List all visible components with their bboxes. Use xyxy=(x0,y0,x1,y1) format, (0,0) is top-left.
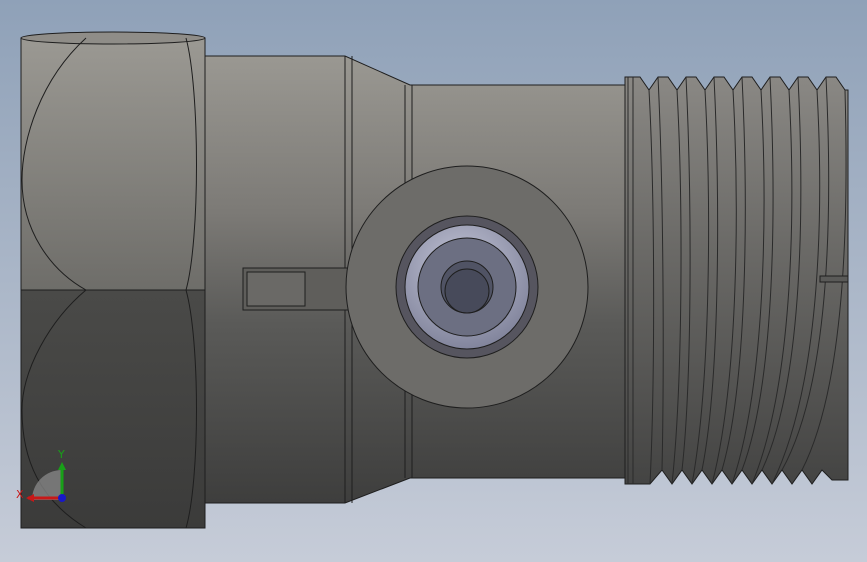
hex-nut[interactable] xyxy=(20,31,206,529)
triad-y-label: Y xyxy=(57,448,65,461)
triad-z-axis xyxy=(58,494,66,502)
cad-viewport[interactable]: X Y xyxy=(0,0,867,562)
triad-x-label: X xyxy=(16,488,24,501)
model-canvas[interactable]: X Y xyxy=(0,0,867,562)
thread-section[interactable] xyxy=(624,76,849,485)
